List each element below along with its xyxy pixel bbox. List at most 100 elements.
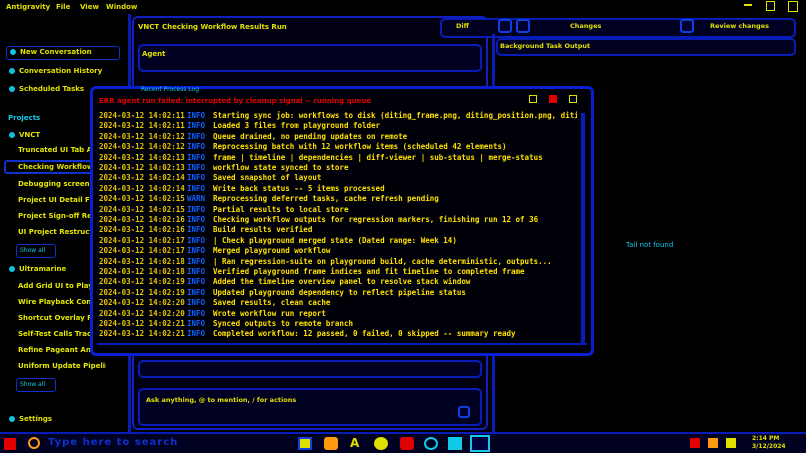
taskbar-app-1[interactable]	[298, 437, 312, 450]
log-level: INFO	[187, 225, 206, 235]
log-level: INFO	[187, 152, 206, 162]
terminal-header-line: ERR agent run failed: interrupted by cle…	[99, 97, 372, 105]
log-line: 2024-03-12 14:02:11 INFO Loaded 3 files fr…	[99, 121, 380, 131]
log-line: 2024-03-12 14:02:19 INFO Updated playgroun…	[99, 288, 466, 298]
terminal-footer	[97, 343, 587, 345]
conversation-history-item[interactable]: Conversation History	[6, 66, 118, 78]
log-timestamp: 2024-03-12 14:02:17	[99, 246, 185, 256]
taskbar-search[interactable]: Type here to search	[48, 437, 178, 448]
empty-label: Tail not found	[626, 241, 674, 249]
terminal-body: 2024-03-12 14:02:11 INFO Starting sync job…	[99, 111, 577, 341]
toolbar-changes[interactable]: Changes	[570, 22, 601, 30]
toolbar-diff[interactable]: Diff	[456, 22, 469, 30]
log-message: Starting sync job: workflows to disk (di…	[213, 111, 577, 120]
minimize-button[interactable]	[744, 4, 752, 6]
taskbar-app-7[interactable]	[448, 437, 462, 450]
menu-view[interactable]: View	[80, 3, 99, 11]
log-level: INFO	[187, 183, 206, 193]
log-message: Checking workflow outputs for regression…	[213, 215, 539, 224]
log-line: 2024-03-12 14:02:11 INFO Starting sync job…	[99, 111, 577, 121]
log-level: INFO	[187, 173, 206, 183]
terminal-minimize-icon[interactable]	[529, 95, 537, 103]
send-icon[interactable]	[458, 406, 470, 418]
log-timestamp: 2024-03-12 14:02:21	[99, 319, 185, 328]
log-level: INFO	[187, 142, 206, 152]
tray-icon-1[interactable]	[690, 438, 700, 448]
log-timestamp: 2024-03-12 14:02:15	[99, 204, 185, 214]
log-line: 2024-03-12 14:02:20 INFO Wrote workflow ru…	[99, 309, 326, 319]
panel-icon[interactable]	[498, 19, 512, 33]
log-message: Reprocessing batch with 12 workflow item…	[213, 142, 507, 152]
log-level: INFO	[187, 235, 206, 245]
log-timestamp: 2024-03-12 14:02:19	[99, 277, 185, 287]
terminal-window: Recent Process Log ERR agent run failed:…	[90, 86, 594, 356]
clock-date[interactable]: 3/12/2024	[752, 443, 786, 450]
workspace-show-all[interactable]: Show all	[16, 378, 56, 392]
log-line: 2024-03-12 14:02:20 INFO Saved results, cl…	[99, 298, 330, 308]
log-level: INFO	[187, 277, 206, 287]
log-timestamp: 2024-03-12 14:02:11	[99, 111, 185, 120]
tray-icon-3[interactable]	[726, 438, 736, 448]
workspace-item[interactable]: Uniform Update Pipeline	[18, 362, 106, 374]
chat-input[interactable]: Ask anything, @ to mention, / for action…	[138, 388, 482, 426]
taskbar-app-active[interactable]	[470, 435, 490, 452]
terminal-expand-icon[interactable]	[569, 95, 577, 103]
menu-window[interactable]: Window	[106, 3, 137, 11]
log-line: 2024-03-12 14:02:12 INFO Reprocessing batc…	[99, 142, 507, 152]
plus-icon	[10, 48, 16, 55]
tray-icon-2[interactable]	[708, 438, 718, 448]
chat-input-placeholder: Ask anything, @ to mention, / for action…	[146, 396, 297, 404]
breadcrumb-root[interactable]: VNCT	[138, 23, 159, 31]
log-line: 2024-03-12 14:02:16 INFO Build results ver…	[99, 225, 312, 235]
taskbar-app-5[interactable]	[400, 437, 414, 450]
maximize-button[interactable]	[766, 1, 775, 11]
app-name[interactable]: Antigravity	[6, 3, 50, 11]
log-message: Reprocessing deferred tasks, cache refre…	[213, 194, 439, 204]
log-line: 2024-03-12 14:02:13 INFO workflow state sy…	[99, 163, 348, 173]
settings-item[interactable]: Settings	[6, 414, 86, 426]
log-message: Added the timeline overview panel to res…	[213, 277, 471, 287]
log-level: INFO	[187, 329, 206, 339]
taskbar-app-4[interactable]	[374, 437, 388, 450]
log-timestamp: 2024-03-12 14:02:14	[99, 173, 185, 183]
toolbar-review-changes[interactable]: Review changes	[710, 22, 769, 30]
terminal-scrollbar[interactable]	[581, 113, 585, 343]
taskbar-app-2[interactable]	[324, 437, 338, 450]
taskbar-app-6[interactable]	[424, 437, 438, 450]
gear-icon	[9, 415, 15, 422]
log-line: 2024-03-12 14:02:17 INFO Merged playground…	[99, 246, 330, 256]
layout-icon[interactable]	[680, 19, 694, 33]
log-message: workflow state synced to store	[213, 163, 349, 172]
log-timestamp: 2024-03-12 14:02:16	[99, 225, 185, 235]
log-timestamp: 2024-03-12 14:02:15	[99, 194, 185, 204]
new-conversation-item[interactable]: New Conversation	[6, 46, 120, 60]
close-button[interactable]	[788, 1, 798, 12]
log-line: 2024-03-12 14:02:18 INFO | Ran regression-…	[99, 257, 552, 267]
log-message: Verified playground frame indices and fi…	[213, 267, 525, 276]
log-line: 2024-03-12 14:02:14 INFO Write back status…	[99, 184, 385, 194]
menu-file[interactable]: File	[56, 3, 70, 11]
clock-time[interactable]: 2:14 PM	[752, 435, 779, 442]
log-line: 2024-03-12 14:02:14 INFO Saved snapshot of…	[99, 173, 321, 183]
terminal-title: Recent Process Log	[141, 86, 200, 93]
log-message: Synced outputs to remote branch	[213, 319, 353, 328]
project-show-all[interactable]: Show all	[16, 244, 56, 258]
log-timestamp: 2024-03-12 14:02:12	[99, 131, 185, 141]
start-button[interactable]	[4, 438, 16, 450]
status-strip	[138, 360, 482, 378]
log-timestamp: 2024-03-12 14:02:20	[99, 308, 185, 318]
log-message: Completed workflow: 12 passed, 0 failed,…	[213, 329, 516, 339]
font-app-icon[interactable]: A	[350, 436, 359, 450]
search-icon[interactable]	[28, 437, 40, 449]
log-message: Write back status -- 5 items processed	[213, 183, 385, 193]
terminal-close-icon[interactable]	[549, 95, 557, 103]
log-level: INFO	[187, 121, 206, 131]
log-message: Merged playground workflow	[213, 246, 331, 256]
log-message: Wrote workflow run report	[213, 308, 326, 318]
copy-icon[interactable]	[516, 19, 530, 33]
mode-chip[interactable]: Agent	[142, 50, 166, 58]
log-level: WARN	[187, 194, 206, 204]
log-line: 2024-03-12 14:02:15 INFO Partial results t…	[99, 205, 348, 215]
log-line: 2024-03-12 14:02:18 INFO Verified playgrou…	[99, 267, 525, 277]
log-timestamp: 2024-03-12 14:02:13	[99, 163, 185, 172]
